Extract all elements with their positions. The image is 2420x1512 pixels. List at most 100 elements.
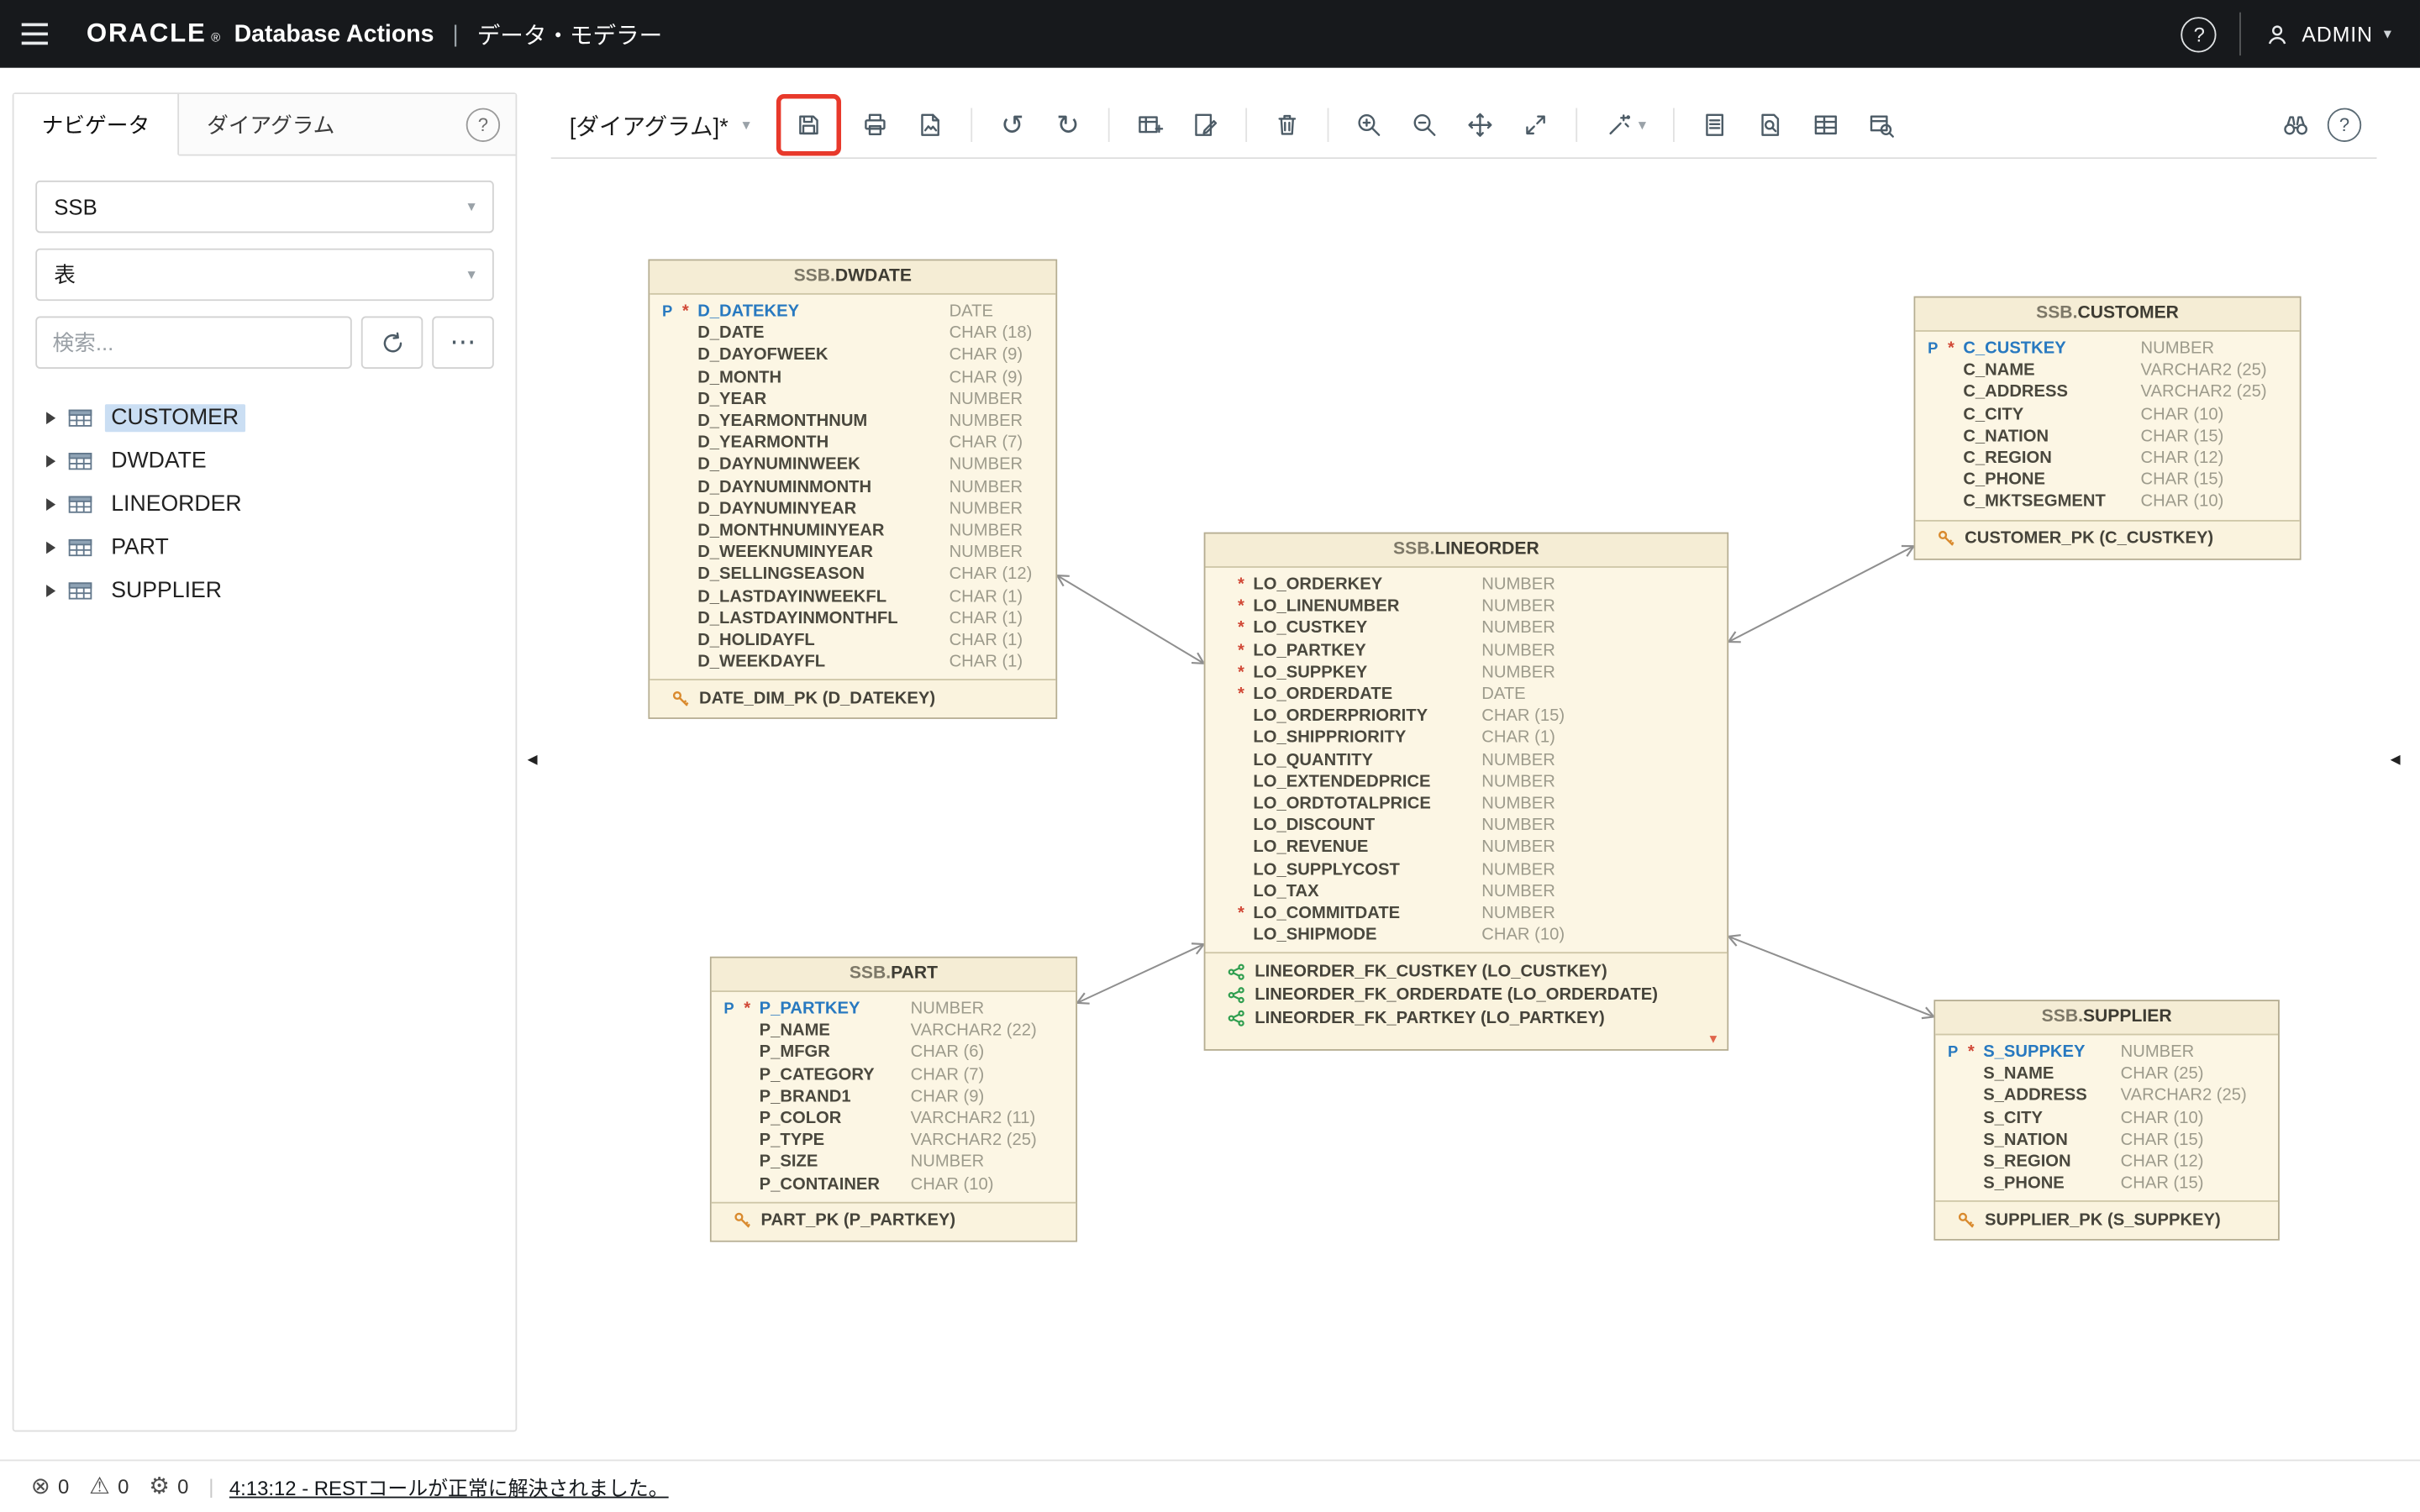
relationship-supplier-lineorder[interactable] xyxy=(1728,937,1933,1017)
column-row[interactable]: P * P_SIZE NUMBER xyxy=(712,1152,1076,1173)
er-table-dwdate[interactable]: SSB.DWDATE P * D_DATEKEY DATE xyxy=(648,260,1057,720)
column-row[interactable]: P * D_WEEKDAYFL CHAR (1) xyxy=(650,651,1055,673)
column-row[interactable]: P * D_LASTDAYINMONTHFL CHAR (1) xyxy=(650,607,1055,629)
column-row[interactable]: P * P_CONTAINER CHAR (10) xyxy=(712,1173,1076,1195)
column-row[interactable]: P * D_YEARMONTH CHAR (7) xyxy=(650,433,1055,454)
expand-arrow-icon[interactable] xyxy=(46,498,55,511)
column-row[interactable]: P * P_NAME VARCHAR2 (22) xyxy=(712,1020,1076,1042)
column-row[interactable]: P * D_YEAR NUMBER xyxy=(650,388,1055,410)
column-row[interactable]: P * S_PHONE CHAR (15) xyxy=(1935,1173,2278,1194)
grid-view-button[interactable] xyxy=(1800,100,1852,150)
key-row[interactable]: PART_PK (P_PARTKEY) xyxy=(733,1209,1063,1232)
expand-arrow-icon[interactable] xyxy=(46,585,55,597)
refresh-button[interactable] xyxy=(361,317,423,369)
column-row[interactable]: P * C_CUSTKEY NUMBER xyxy=(1915,338,2299,360)
diagram-canvas[interactable]: SSB.DWDATE P * D_DATEKEY DATE xyxy=(551,159,2377,1447)
key-row[interactable]: LINEORDER_FK_PARTKEY (LO_PARTKEY) xyxy=(1227,1006,1714,1030)
column-row[interactable]: P * LO_TAX NUMBER xyxy=(1205,880,1727,902)
undo-button[interactable]: ↺ xyxy=(986,100,1039,150)
redo-button[interactable]: ↻ xyxy=(1042,100,1094,150)
tree-item[interactable]: LINEORDER xyxy=(39,483,494,526)
column-row[interactable]: P * S_SUPPKEY NUMBER xyxy=(1935,1042,2278,1063)
user-menu[interactable]: ADMIN ▾ xyxy=(2265,21,2392,47)
edit-button[interactable] xyxy=(1179,100,1231,150)
menu-icon[interactable] xyxy=(22,14,62,55)
er-table-header[interactable]: SSB.LINEORDER xyxy=(1205,534,1727,568)
key-row[interactable]: DATE_DIM_PK (D_DATEKEY) xyxy=(671,687,1044,711)
column-row[interactable]: P * D_MONTHNUMINYEAR NUMBER xyxy=(650,520,1055,542)
search-input[interactable] xyxy=(35,317,352,369)
column-row[interactable]: P * S_NATION CHAR (15) xyxy=(1935,1129,2278,1151)
column-row[interactable]: P * S_ADDRESS VARCHAR2 (25) xyxy=(1935,1085,2278,1107)
find-button[interactable] xyxy=(2269,100,2321,150)
expand-arrow-icon[interactable] xyxy=(46,455,55,468)
right-collapse-handle[interactable]: ◂ xyxy=(2386,736,2405,782)
schema-select[interactable]: SSB ▾ xyxy=(35,181,494,233)
column-row[interactable]: P * LO_QUANTITY NUMBER xyxy=(1205,749,1727,771)
expand-arrow-icon[interactable] xyxy=(46,412,55,424)
save-button[interactable] xyxy=(782,100,834,150)
column-row[interactable]: P * D_YEARMONTHNUM NUMBER xyxy=(650,410,1055,432)
column-row[interactable]: P * LO_SUPPKEY NUMBER xyxy=(1205,661,1727,683)
column-row[interactable]: P * LO_EXTENDEDPRICE NUMBER xyxy=(1205,771,1727,793)
relationship-part-lineorder[interactable] xyxy=(1077,944,1204,1003)
column-row[interactable]: P * LO_LINENUMBER NUMBER xyxy=(1205,596,1727,617)
column-row[interactable]: P * C_CITY CHAR (10) xyxy=(1915,403,2299,425)
column-row[interactable]: P * LO_DISCOUNT NUMBER xyxy=(1205,815,1727,837)
error-counter[interactable]: ⊗ 0 xyxy=(31,1475,70,1499)
column-row[interactable]: P * P_BRAND1 CHAR (9) xyxy=(712,1086,1076,1108)
column-row[interactable]: P * S_REGION CHAR (12) xyxy=(1935,1151,2278,1173)
column-row[interactable]: P * LO_CUSTKEY NUMBER xyxy=(1205,617,1727,639)
help-icon[interactable]: ? xyxy=(2181,16,2217,51)
column-row[interactable]: P * C_PHONE CHAR (15) xyxy=(1915,470,2299,491)
zoom-in-button[interactable] xyxy=(1343,100,1395,150)
relationship-customer-lineorder[interactable] xyxy=(1728,546,1913,642)
tab-diagrams[interactable]: ダイアグラム xyxy=(179,94,362,155)
column-row[interactable]: P * D_DATEKEY DATE xyxy=(650,301,1055,323)
column-row[interactable]: P * P_COLOR VARCHAR2 (11) xyxy=(712,1108,1076,1130)
fit-screen-button[interactable] xyxy=(1509,100,1561,150)
column-row[interactable]: P * LO_ORDERKEY NUMBER xyxy=(1205,574,1727,596)
status-message-link[interactable]: 4:13:12 - RESTコールが正常に解決されました。 xyxy=(229,1472,669,1501)
export-image-button[interactable] xyxy=(904,100,956,150)
filter-indicator-icon[interactable]: ▼ xyxy=(1707,1034,1720,1047)
column-row[interactable]: P * S_NAME CHAR (25) xyxy=(1935,1063,2278,1085)
er-table-lineorder[interactable]: SSB.LINEORDER P * LO_ORDERKEY NUMBER xyxy=(1204,533,1728,1051)
pan-button[interactable] xyxy=(1454,100,1506,150)
column-row[interactable]: P * LO_ORDTOTALPRICE NUMBER xyxy=(1205,793,1727,815)
column-row[interactable]: P * D_DAYNUMINMONTH NUMBER xyxy=(650,476,1055,498)
relationship-dwdate-lineorder[interactable] xyxy=(1057,575,1203,664)
column-row[interactable]: P * LO_SHIPMODE CHAR (10) xyxy=(1205,924,1727,946)
tree-item[interactable]: PART xyxy=(39,526,494,569)
column-row[interactable]: P * P_PARTKEY NUMBER xyxy=(712,998,1076,1020)
column-row[interactable]: P * D_WEEKNUMINYEAR NUMBER xyxy=(650,542,1055,564)
column-row[interactable]: P * LO_ORDERPRIORITY CHAR (15) xyxy=(1205,706,1727,727)
tree-item[interactable]: SUPPLIER xyxy=(39,570,494,612)
er-table-part[interactable]: SSB.PART P * P_PARTKEY NUMBER xyxy=(710,957,1077,1242)
delete-button[interactable] xyxy=(1261,100,1313,150)
tree-item[interactable]: DWDATE xyxy=(39,439,494,482)
zoom-out-button[interactable] xyxy=(1398,100,1450,150)
er-table-header[interactable]: SSB.SUPPLIER xyxy=(1935,1001,2278,1035)
key-row[interactable]: LINEORDER_FK_CUSTKEY (LO_CUSTKEY) xyxy=(1227,960,1714,984)
diagram-report-button[interactable] xyxy=(1744,100,1797,150)
column-row[interactable]: P * D_DAYNUMINWEEK NUMBER xyxy=(650,454,1055,476)
key-row[interactable]: SUPPLIER_PK (S_SUPPKEY) xyxy=(1957,1209,2265,1232)
column-row[interactable]: P * C_NATION CHAR (15) xyxy=(1915,425,2299,447)
key-row[interactable]: CUSTOMER_PK (C_CUSTKEY) xyxy=(1937,527,2287,550)
column-row[interactable]: P * P_TYPE VARCHAR2 (25) xyxy=(712,1130,1076,1152)
column-row[interactable]: P * LO_REVENUE NUMBER xyxy=(1205,837,1727,858)
er-table-supplier[interactable]: SSB.SUPPLIER P * S_SUPPKEY NUMBER xyxy=(1933,1000,2279,1241)
column-row[interactable]: P * D_HOLIDAYFL CHAR (1) xyxy=(650,629,1055,651)
auto-layout-button[interactable]: ▾ xyxy=(1591,100,1660,150)
er-table-header[interactable]: SSB.CUSTOMER xyxy=(1915,297,2299,331)
column-row[interactable]: P * D_DATE CHAR (18) xyxy=(650,323,1055,344)
column-row[interactable]: P * D_SELLINGSEASON CHAR (12) xyxy=(650,564,1055,585)
add-table-button[interactable] xyxy=(1123,100,1176,150)
column-row[interactable]: P * LO_SHIPPRIORITY CHAR (1) xyxy=(1205,727,1727,749)
column-row[interactable]: P * LO_COMMITDATE NUMBER xyxy=(1205,902,1727,924)
jobs-counter[interactable]: ⚙ 0 xyxy=(149,1475,188,1499)
column-row[interactable]: P * LO_SUPPLYCOST NUMBER xyxy=(1205,858,1727,880)
er-table-header[interactable]: SSB.PART xyxy=(712,958,1076,992)
key-row[interactable]: LINEORDER_FK_ORDERDATE (LO_ORDERDATE) xyxy=(1227,983,1714,1006)
